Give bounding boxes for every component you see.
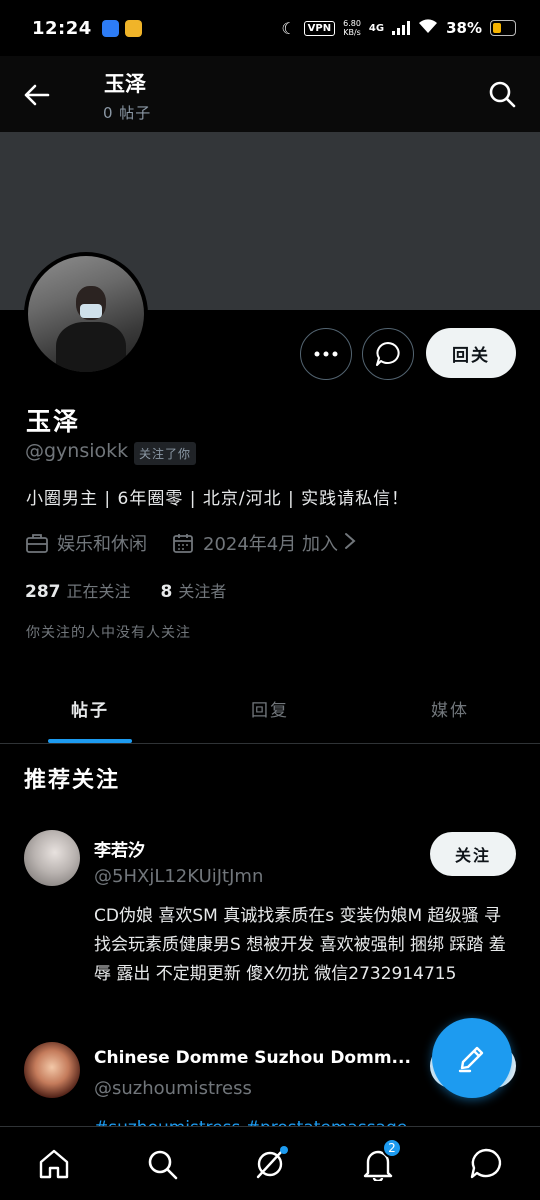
recommended-user-name: Chinese Domme Suzhou Domm... xyxy=(94,1048,411,1068)
vpn-icon: VPN xyxy=(303,20,336,36)
profile-header: 玉泽 0 帖子 xyxy=(0,56,540,132)
header-post-count: 0 帖子 xyxy=(103,104,152,122)
profile-tabs: 帖子 回复 媒体 xyxy=(0,678,540,744)
profile-joined: 2024年4月 加入 xyxy=(203,534,338,555)
following-link[interactable]: 287 正在关注 xyxy=(25,578,131,602)
notification-badge: 2 xyxy=(382,1137,402,1158)
network-type: 4G xyxy=(368,22,385,34)
app-notification-icon xyxy=(101,19,119,37)
nav-grok[interactable] xyxy=(250,1144,290,1184)
compose-button[interactable] xyxy=(432,1018,512,1098)
nav-search[interactable] xyxy=(142,1144,182,1184)
chevron-right-icon[interactable] xyxy=(344,532,356,555)
home-icon xyxy=(39,1149,69,1178)
more-dots-icon xyxy=(314,351,338,357)
follow-counts: 287 正在关注 8 关注者 xyxy=(25,578,226,602)
avatar[interactable] xyxy=(24,1042,80,1098)
follow-back-button[interactable]: 回关 xyxy=(426,328,516,378)
network-speed: 6.80 KB/s xyxy=(343,19,361,37)
profile-name: 玉泽 xyxy=(26,407,81,436)
compose-pencil-icon xyxy=(458,1046,484,1073)
status-time: 12:24 xyxy=(32,17,92,39)
back-button[interactable] xyxy=(22,80,52,110)
signal-icon xyxy=(392,21,411,35)
followers-link[interactable]: 8 关注者 xyxy=(161,578,227,602)
recommended-user-handle: @suzhoumistress xyxy=(94,1078,252,1099)
calendar-icon xyxy=(171,531,195,555)
briefcase-icon xyxy=(25,531,49,555)
avatar[interactable] xyxy=(24,830,80,886)
header-title: 玉泽 xyxy=(104,72,146,96)
do-not-disturb-icon: ☾ xyxy=(281,18,296,38)
profile-category: 娱乐和休闲 xyxy=(57,534,147,555)
search-icon xyxy=(489,81,516,108)
status-bar: 12:24 ☾ VPN 6.80 KB/s 4G 38% xyxy=(0,0,540,56)
follows-you-badge: 关注了你 xyxy=(134,442,197,465)
profile-meta: 娱乐和休闲 2024年4月 加入 xyxy=(25,530,356,556)
message-button[interactable] xyxy=(362,328,414,380)
battery-icon xyxy=(490,20,516,36)
new-indicator-dot xyxy=(280,1145,288,1154)
follow-button[interactable]: 关注 xyxy=(430,832,516,876)
message-bubble-icon xyxy=(376,342,400,366)
tab-posts[interactable]: 帖子 xyxy=(0,678,180,743)
tab-media[interactable]: 媒体 xyxy=(360,678,540,743)
recommended-user-name: 李若汐 xyxy=(94,841,145,861)
search-button[interactable] xyxy=(488,80,518,110)
recommended-user-handle: @5HXjL12KUiJtJmn xyxy=(94,866,264,887)
tab-replies[interactable]: 回复 xyxy=(180,678,360,743)
bottom-nav: 2 xyxy=(0,1126,540,1200)
nav-home[interactable] xyxy=(34,1144,74,1184)
nav-messages[interactable] xyxy=(466,1144,506,1184)
recommended-title: 推荐关注 xyxy=(24,768,121,793)
mutual-followers-text[interactable]: 你关注的人中没有人关注 xyxy=(26,622,191,642)
profile-avatar[interactable] xyxy=(24,252,148,376)
nav-notifications[interactable]: 2 xyxy=(358,1137,402,1184)
wifi-icon xyxy=(418,18,438,39)
app-notification-icon xyxy=(124,19,142,37)
arrow-left-icon xyxy=(24,84,50,106)
profile-handle: @gynsiokk xyxy=(25,440,129,462)
profile-bio: 小圈男主 | 6年圈零 | 北京/河北 | 实践请私信！ xyxy=(26,489,410,509)
more-button[interactable] xyxy=(300,328,352,380)
chat-bubble-icon xyxy=(470,1148,502,1178)
battery-percent: 38% xyxy=(446,19,482,37)
recommended-user-bio: CD伪娘 喜欢SM 真诚找素质在s 变装伪娘M 超级骚 寻找会玩素质健康男S 想… xyxy=(94,906,506,984)
search-icon xyxy=(148,1150,178,1179)
